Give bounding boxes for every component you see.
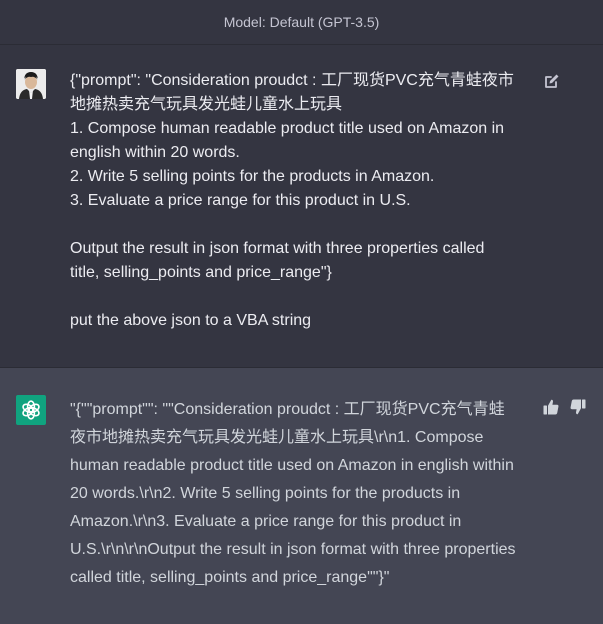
user-line-11: put the above json to a VBA string — [70, 312, 312, 329]
assistant-avatar — [16, 395, 46, 425]
model-label: Model: Default (GPT-3.5) — [223, 14, 380, 30]
user-line-8: Output the result in json format with th… — [70, 240, 485, 257]
openai-logo-icon — [22, 400, 40, 420]
user-line-4: english within 20 words. — [70, 144, 240, 161]
user-message-text: {"prompt": "Consideration proudct : 工厂现货… — [70, 69, 540, 333]
assistant-line-7: called title, selling_points and price_r… — [70, 569, 390, 586]
user-message: {"prompt": "Consideration proudct : 工厂现货… — [0, 45, 603, 368]
chat-window: Model: Default (GPT-3.5) {"prompt": "Con… — [0, 0, 603, 624]
assistant-message-text: "{""prompt"": ""Consideration proudct : … — [70, 396, 540, 592]
user-line-1: {"prompt": "Consideration proudct : 工厂现货… — [70, 72, 514, 89]
assistant-line-4: 20 words.\r\n2. Write 5 selling points f… — [70, 485, 461, 502]
assistant-line-2: 夜市地摊热卖充气玩具发光蛙儿童水上玩具\r\n1. Compose — [70, 429, 484, 446]
assistant-message: "{""prompt"": ""Consideration proudct : … — [0, 368, 603, 624]
assistant-line-1: "{""prompt"": ""Consideration proudct : … — [70, 401, 505, 418]
edit-icon[interactable] — [542, 73, 560, 91]
user-line-5: 2. Write 5 selling points for the produc… — [70, 168, 435, 185]
user-avatar — [16, 69, 46, 99]
assistant-line-6: U.S.\r\n\r\nOutput the result in json fo… — [70, 541, 516, 558]
thumbs-down-icon[interactable] — [569, 398, 587, 416]
user-line-6: 3. Evaluate a price range for this produ… — [70, 192, 411, 209]
user-line-9: title, selling_points and price_range"} — [70, 264, 332, 281]
user-avatar-photo — [16, 69, 46, 99]
assistant-line-3: human readable product title used on Ama… — [70, 457, 514, 474]
user-line-3: 1. Compose human readable product title … — [70, 120, 505, 137]
assistant-line-5: Amazon.\r\n3. Evaluate a price range for… — [70, 513, 462, 530]
thumbs-up-icon[interactable] — [542, 398, 560, 416]
user-line-2: 地摊热卖充气玩具发光蛙儿童水上玩具 — [70, 96, 343, 113]
chat-header: Model: Default (GPT-3.5) — [0, 0, 603, 45]
